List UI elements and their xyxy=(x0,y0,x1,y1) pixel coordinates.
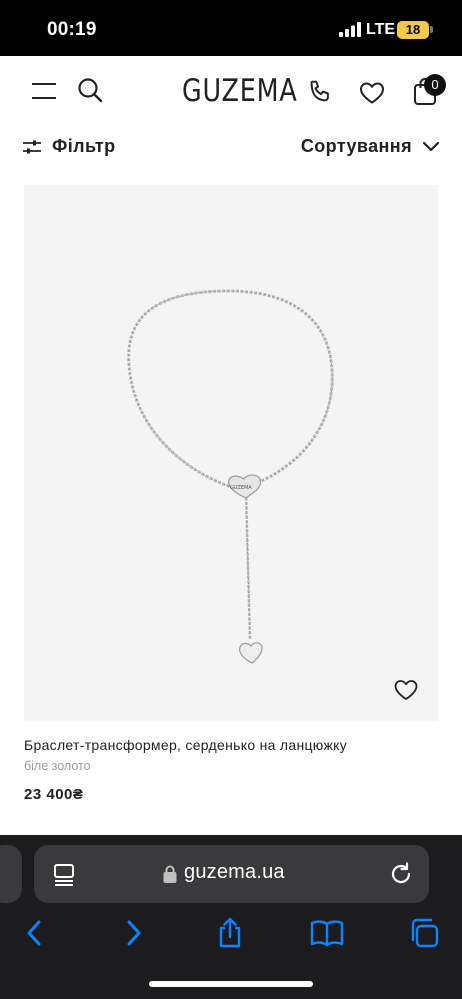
share-icon xyxy=(219,917,241,948)
menu-icon[interactable] xyxy=(28,78,60,104)
chevron-right-icon xyxy=(127,920,141,946)
heart-outline-icon xyxy=(394,680,418,700)
phone-icon[interactable] xyxy=(306,78,334,106)
signal-icon xyxy=(339,22,361,37)
back-button[interactable] xyxy=(16,915,52,951)
status-bar: 00:19 LTE 18 xyxy=(0,0,462,56)
site-logo[interactable]: GUZEMA xyxy=(182,73,298,109)
previous-tab-preview[interactable] xyxy=(0,845,22,903)
address-bar[interactable]: guzema.ua xyxy=(34,845,429,903)
page-menu-icon[interactable] xyxy=(52,862,76,886)
tabs-icon xyxy=(411,918,439,948)
filter-bar: Фільтр Сортування xyxy=(0,130,462,170)
image-brand-text: GUZEMA xyxy=(230,485,252,491)
reload-icon[interactable] xyxy=(388,861,414,887)
share-button[interactable] xyxy=(212,915,248,951)
sliders-icon xyxy=(23,140,41,153)
product-image[interactable]: GUZEMA xyxy=(24,185,438,721)
lock-icon xyxy=(163,865,177,883)
cart-count-badge: 0 xyxy=(424,74,446,96)
book-icon xyxy=(310,920,344,947)
network-label: LTE xyxy=(366,21,396,38)
url-text: guzema.ua xyxy=(184,861,285,883)
home-indicator xyxy=(149,981,313,987)
forward-button[interactable] xyxy=(116,915,152,951)
status-time: 00:19 xyxy=(47,19,97,40)
product-title[interactable]: Браслет-трансформер, серденько на ланцюж… xyxy=(24,737,347,753)
heart-icon[interactable] xyxy=(357,79,387,107)
battery-tip xyxy=(430,26,433,33)
filter-label: Фільтр xyxy=(52,136,116,156)
chevron-down-icon xyxy=(422,141,440,151)
filter-button[interactable]: Фільтр xyxy=(22,136,116,157)
search-icon[interactable] xyxy=(76,76,104,104)
battery-icon: 18 xyxy=(397,21,429,39)
product-material: біле золото xyxy=(24,759,91,773)
tabs-button[interactable] xyxy=(406,915,442,951)
sort-label: Сортування xyxy=(300,136,412,156)
site-header: GUZEMA xyxy=(0,56,462,130)
bookmarks-button[interactable] xyxy=(309,915,345,951)
add-to-favorites-button[interactable] xyxy=(393,678,419,702)
sort-button[interactable]: Сортування xyxy=(301,136,440,157)
browser-toolbar: guzema.ua xyxy=(0,835,462,999)
product-price: 23 400₴ xyxy=(24,786,84,803)
chevron-left-icon xyxy=(27,920,41,946)
bracelet-image: GUZEMA xyxy=(127,289,334,664)
